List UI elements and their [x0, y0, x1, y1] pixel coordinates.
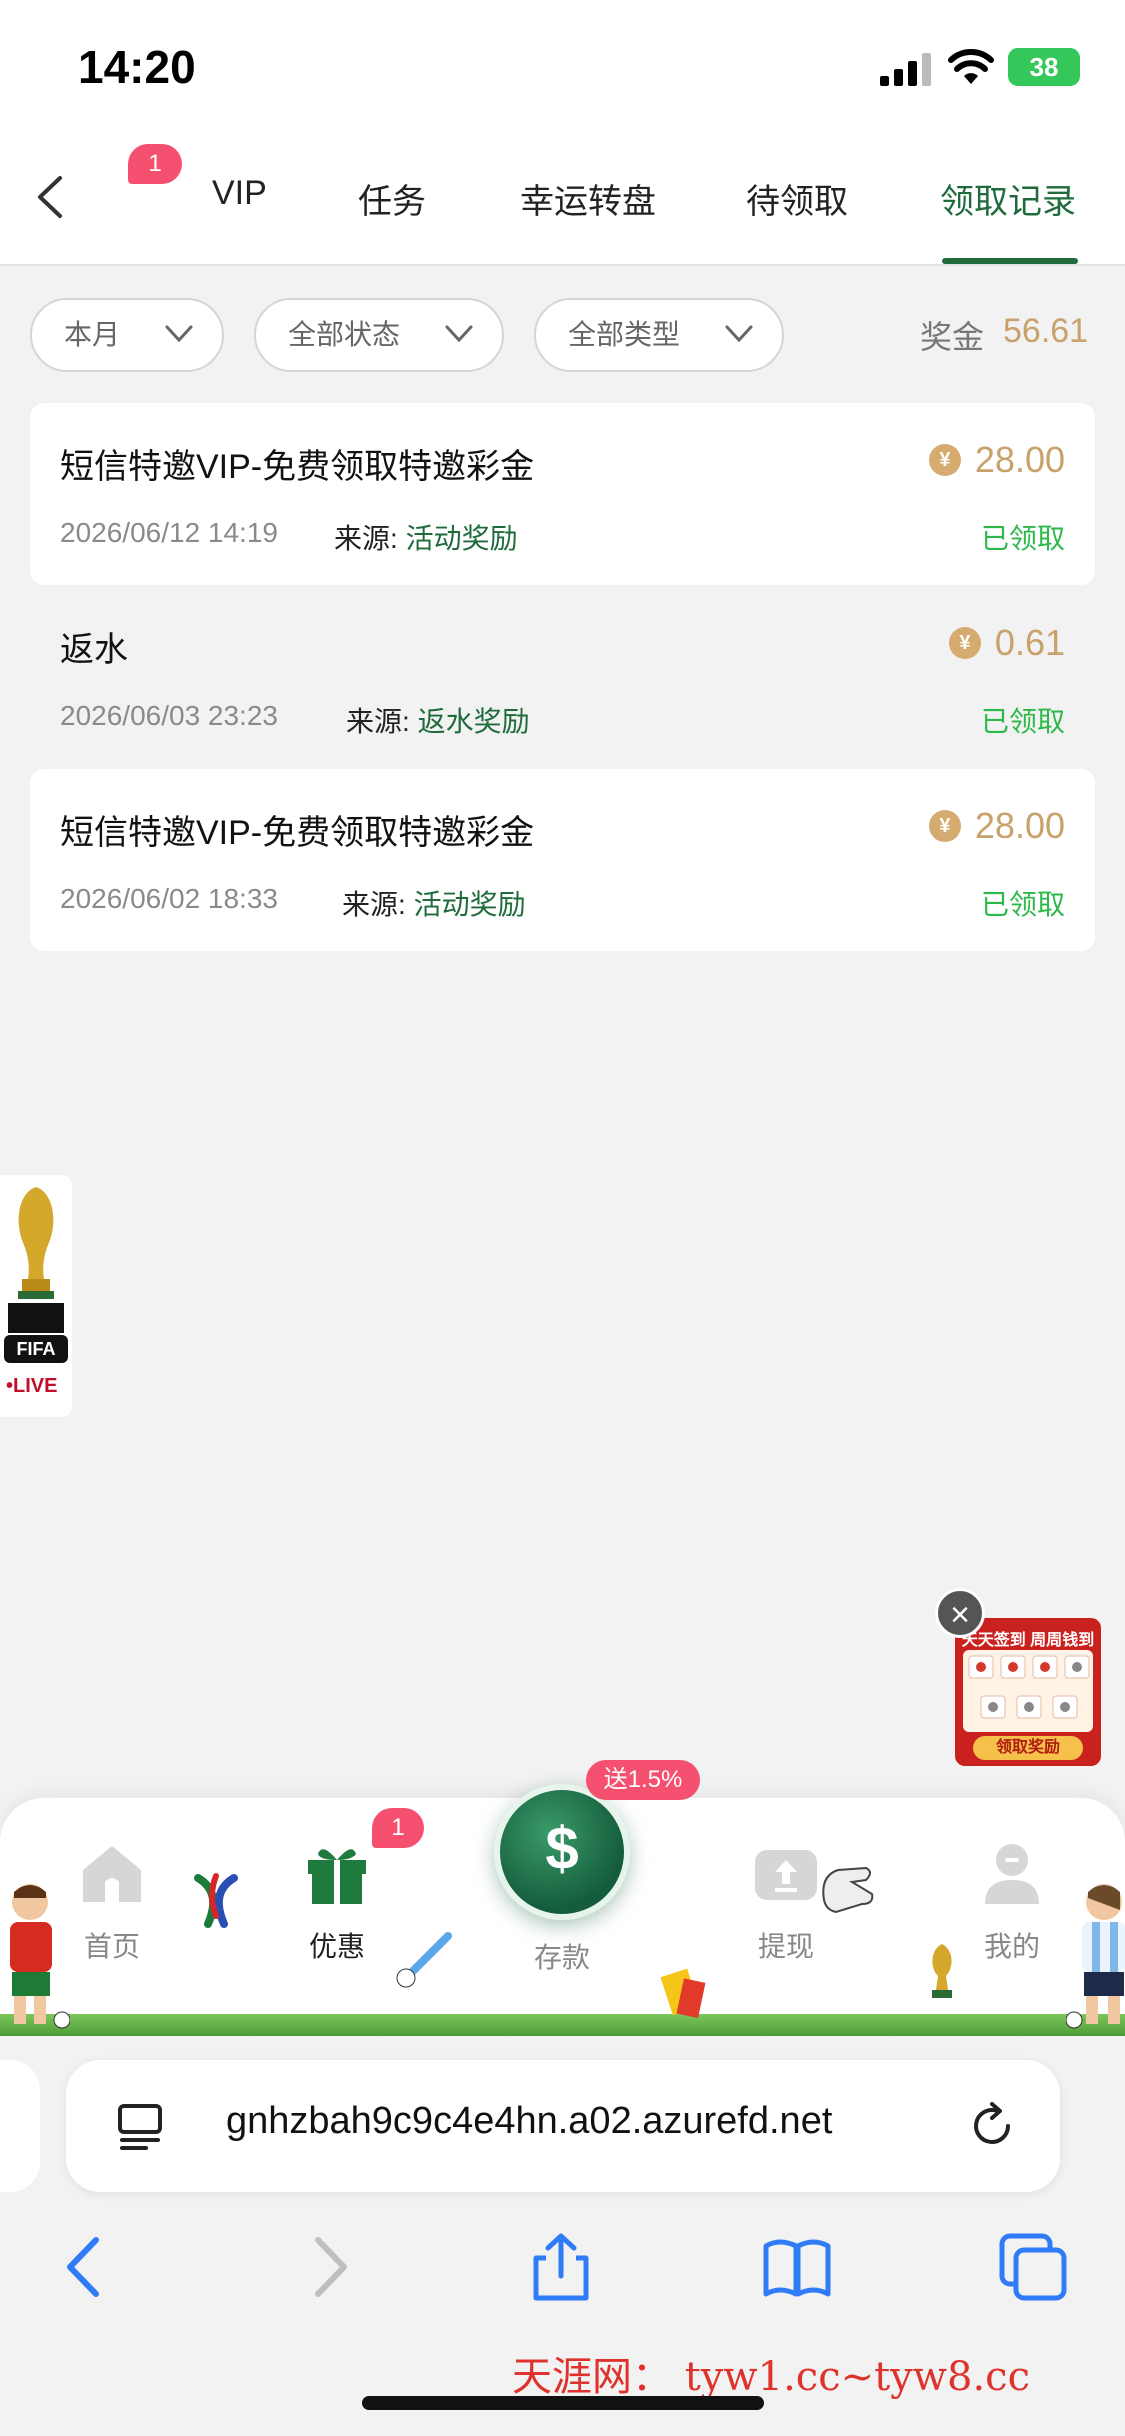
- coin-icon: ¥: [928, 444, 961, 476]
- nav-home[interactable]: 首页: [42, 1838, 182, 1965]
- record-status: 已领取: [980, 706, 1065, 737]
- active-tab-underline: [942, 258, 1078, 264]
- address-bar[interactable]: gnhzbah9c9c4e4hn.a02.azurefd.net: [66, 2060, 1060, 2192]
- promotions-badge: 1: [372, 1808, 424, 1848]
- month-filter-label: 本月: [64, 319, 121, 350]
- record-amount: ¥ 28.00: [928, 439, 1065, 481]
- tabs-icon[interactable]: [998, 2232, 1068, 2302]
- record-status: 已领取: [980, 523, 1065, 554]
- yellow-card-decoration: [660, 1968, 706, 2019]
- nav-withdraw[interactable]: 提现: [716, 1838, 856, 1965]
- home-indicator: [362, 2396, 764, 2410]
- record-date: 2026/06/02 18:33: [60, 883, 278, 914]
- tab-pending[interactable]: 待领取: [746, 174, 848, 223]
- back-chevron-icon[interactable]: [30, 172, 70, 222]
- chevron-down-icon: [445, 325, 473, 343]
- record-amount-value: 28.00: [974, 805, 1065, 846]
- record-title: 短信特邀VIP-免费领取特邀彩金: [60, 448, 535, 486]
- month-filter-dropdown[interactable]: 本月: [30, 298, 224, 372]
- prize-total-value: 56.61: [1003, 312, 1089, 350]
- checkin-calendar-icon: [963, 1650, 1093, 1732]
- record-source-label: 来源:: [342, 889, 406, 920]
- world-cup-logo-decoration: [194, 1873, 238, 1928]
- type-filter-label: 全部类型: [568, 319, 681, 350]
- cellular-signal-icon: [880, 53, 931, 86]
- record-source-label: 来源:: [346, 706, 410, 737]
- record-title: 短信特邀VIP-免费领取特邀彩金: [60, 814, 535, 852]
- record-item: 返水 ¥ 0.61 2026/06/03 23:23 来源: 返水奖励 已领取: [30, 586, 1095, 768]
- browser-forward-icon[interactable]: [292, 2232, 362, 2302]
- previous-tab-preview[interactable]: [0, 2060, 40, 2192]
- record-amount-value: 0.61: [994, 622, 1065, 663]
- fifa-live-widget[interactable]: FIFA •LIVE: [0, 1175, 72, 1417]
- tab-vip[interactable]: VIP: [212, 174, 267, 213]
- fifa-badge: FIFA: [4, 1335, 68, 1363]
- daily-checkin-widget[interactable]: 天天签到 周周钱到 领取奖励 ×: [935, 1588, 1101, 1766]
- deposit-button[interactable]: $: [494, 1784, 630, 1920]
- checkin-card[interactable]: 天天签到 周周钱到 领取奖励: [955, 1618, 1101, 1766]
- status-filter-label: 全部状态: [288, 319, 401, 350]
- nav-deposit-label: 存款: [533, 1942, 590, 1973]
- reload-icon[interactable]: [966, 2100, 1018, 2152]
- tab-claim-records[interactable]: 领取记录: [940, 174, 1076, 223]
- grass-decoration: [0, 2014, 1125, 2036]
- status-bar: 14:20 38: [0, 0, 1125, 130]
- gift-icon: [308, 1849, 366, 1904]
- tab-lucky-wheel[interactable]: 幸运转盘: [520, 174, 656, 223]
- battery-indicator: 38: [1008, 48, 1080, 86]
- record-amount-value: 28.00: [974, 439, 1065, 480]
- record-source: 来源: 活动奖励: [334, 517, 518, 557]
- record-item: 短信特邀VIP-免费领取特邀彩金 ¥ 28.00 2026/06/02 18:3…: [30, 769, 1095, 951]
- nav-home-label: 首页: [83, 1931, 140, 1962]
- nav-profile-label: 我的: [983, 1931, 1040, 1962]
- share-icon[interactable]: [526, 2232, 596, 2302]
- record-source: 来源: 返水奖励: [346, 700, 530, 740]
- deposit-promo-badge: 送1.5%: [586, 1760, 700, 1800]
- user-icon: [985, 1844, 1039, 1904]
- bookmarks-icon[interactable]: [762, 2232, 832, 2302]
- wifi-icon: [948, 49, 994, 84]
- prize-total-label: 奖金: [920, 319, 985, 355]
- trophy-icon: [8, 1187, 64, 1333]
- nav-promotions[interactable]: 优惠: [267, 1838, 407, 1965]
- tab-tasks[interactable]: 任务: [358, 174, 426, 223]
- nav-promotions-label: 优惠: [308, 1931, 365, 1962]
- tab-notification-badge: 1: [128, 144, 182, 184]
- record-title: 返水: [60, 631, 128, 669]
- home-icon: [83, 1846, 141, 1902]
- nav-profile[interactable]: 我的: [942, 1838, 1082, 1965]
- reader-mode-icon[interactable]: [116, 2102, 164, 2152]
- record-amount: ¥ 0.61: [948, 622, 1065, 664]
- type-filter-dropdown[interactable]: 全部类型: [534, 298, 784, 372]
- record-source-value: 活动奖励: [405, 523, 518, 554]
- record-source-value: 活动奖励: [413, 889, 526, 920]
- coin-icon: ¥: [948, 627, 981, 659]
- live-label: •LIVE: [6, 1375, 58, 1397]
- record-source-label: 来源:: [334, 523, 398, 554]
- tab-header: 1 VIP 任务 幸运转盘 待领取 领取记录: [0, 130, 1125, 266]
- record-date: 2026/06/03 23:23: [60, 700, 278, 731]
- chevron-down-icon: [725, 325, 753, 343]
- record-status: 已领取: [980, 889, 1065, 920]
- url-text: gnhzbah9c9c4e4hn.a02.azurefd.net: [226, 2100, 833, 2142]
- chevron-down-icon: [165, 325, 193, 343]
- record-source-value: 返水奖励: [417, 706, 530, 737]
- dollar-coin-icon: $: [545, 1815, 579, 1882]
- browser-back-icon[interactable]: [52, 2232, 122, 2302]
- claim-reward-button[interactable]: 领取奖励: [973, 1736, 1083, 1760]
- nav-withdraw-label: 提现: [757, 1931, 814, 1962]
- status-filter-dropdown[interactable]: 全部状态: [254, 298, 504, 372]
- watermark-text: 天涯网： tyw1.cc~tyw8.cc: [512, 2354, 1030, 2400]
- status-time: 14:20: [78, 41, 196, 93]
- record-source: 来源: 活动奖励: [342, 883, 526, 923]
- close-icon[interactable]: ×: [935, 1588, 985, 1638]
- record-item: 短信特邀VIP-免费领取特邀彩金 ¥ 28.00 2026/06/12 14:1…: [30, 403, 1095, 585]
- upload-icon: [755, 1850, 817, 1900]
- coin-icon: ¥: [928, 810, 961, 842]
- record-date: 2026/06/12 14:19: [60, 517, 278, 548]
- record-amount: ¥ 28.00: [928, 805, 1065, 847]
